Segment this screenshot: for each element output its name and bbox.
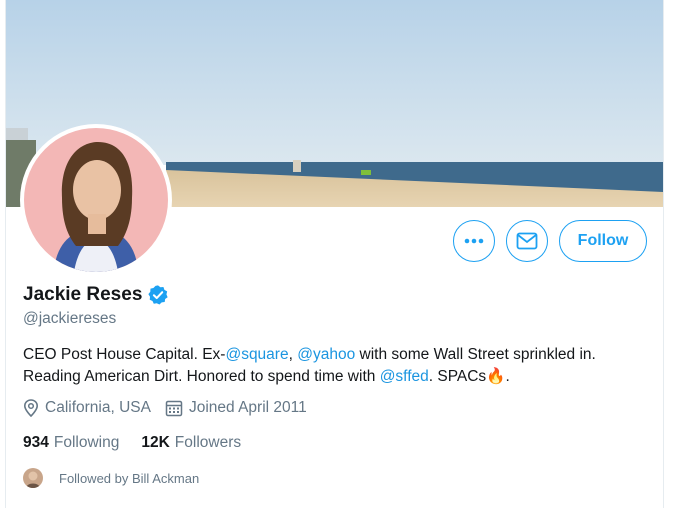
calendar-icon xyxy=(165,400,183,417)
follow-stats: 934 Following 12K Followers xyxy=(23,434,263,452)
fire-emoji: 🔥 xyxy=(486,368,506,385)
location-text: California, USA xyxy=(45,399,151,416)
followed-by-text: Followed by Bill Ackman xyxy=(59,470,200,486)
bio-text: CEO Post House Capital. Ex- xyxy=(23,346,226,363)
followed-by[interactable]: Followed by Bill Ackman xyxy=(23,468,199,488)
profile-meta: California, USA Joined April 2011 xyxy=(23,399,321,417)
profile-bio: CEO Post House Capital. Ex-@square, @yah… xyxy=(23,344,653,388)
join-date: Joined April 2011 xyxy=(165,399,307,417)
mention-link-sffed[interactable]: @sffed xyxy=(380,368,429,385)
follower-avatar xyxy=(23,468,43,488)
avatar-image xyxy=(24,128,168,272)
mention-link-yahoo[interactable]: @yahoo xyxy=(297,346,355,363)
envelope-icon xyxy=(516,232,538,250)
bio-text: . xyxy=(505,368,510,385)
following-count: 934 xyxy=(23,434,49,451)
location: California, USA xyxy=(23,399,151,417)
bio-text: . SPACs xyxy=(428,368,487,385)
profile-name-row: Jackie Reses xyxy=(23,284,169,306)
location-pin-icon xyxy=(23,399,39,417)
profile-handle: @jackiereses xyxy=(23,310,117,327)
mention-link-square[interactable]: @square xyxy=(225,346,288,363)
avatar[interactable] xyxy=(20,124,172,276)
followers-label: Followers xyxy=(174,434,242,451)
more-icon xyxy=(464,238,484,244)
profile-name: Jackie Reses xyxy=(23,284,143,305)
profile-card: Follow Jackie Reses @jackiereses CEO Pos… xyxy=(5,0,664,508)
followers-count: 12K xyxy=(141,434,170,451)
verified-badge-icon xyxy=(148,285,169,305)
bio-text: , xyxy=(288,346,298,363)
followers-link[interactable]: 12K Followers xyxy=(141,434,241,452)
following-label: Following xyxy=(53,434,120,451)
more-button[interactable] xyxy=(453,220,495,262)
follow-button[interactable]: Follow xyxy=(559,220,647,262)
message-button[interactable] xyxy=(506,220,548,262)
join-date-text: Joined April 2011 xyxy=(188,399,307,416)
following-link[interactable]: 934 Following xyxy=(23,434,119,452)
